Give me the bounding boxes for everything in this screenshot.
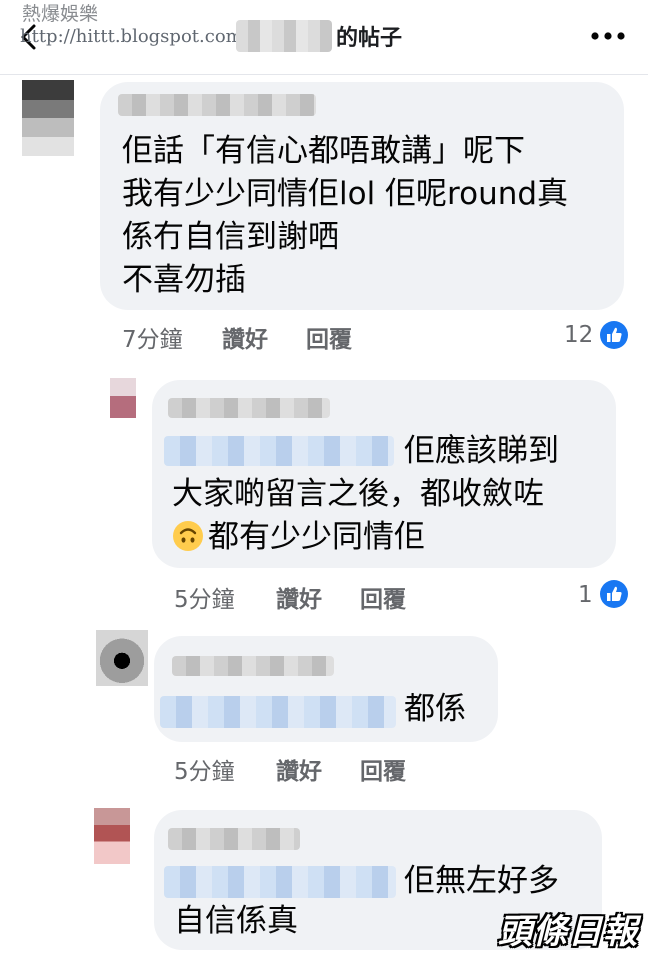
avatar[interactable] [94,808,130,864]
comment-text-line: 都有少少同情佢 [172,516,425,559]
thumbs-up-icon [600,580,628,608]
upside-down-face-icon [173,521,203,551]
comment-text-line: 大家啲留言之後，都收斂咗 [172,476,544,512]
comment-text-line: 佢無左好多 [404,863,559,899]
comment-time: 5分鐘 [174,587,235,613]
reaction-count[interactable]: 12 [564,322,593,348]
blurred-mention[interactable] [164,436,394,466]
avatar[interactable] [110,378,136,418]
blurred-commenter-name[interactable] [118,94,316,116]
blurred-mention[interactable] [160,696,396,728]
comment-text-line: 佢應該睇到 [404,433,559,469]
reply-button[interactable]: 回覆 [360,752,406,786]
avatar[interactable] [96,630,148,686]
like-button[interactable]: 讚好 [276,752,322,786]
comment-text-fragment: 都有少少同情佢 [208,519,425,555]
page-title-suffix: 的帖子 [336,26,403,51]
comment-text-line: 佢話「有信心都唔敢講」呢下 [122,133,525,169]
page-title: 的帖子 [236,20,402,52]
blurred-author-name [236,20,332,52]
like-button[interactable]: 讚好 [276,580,322,614]
comment-text-line: 係冇自信到謝哂 [122,219,339,255]
watermark-site-name: 熱爆娛樂 [22,3,99,25]
thumbs-up-icon [600,321,628,349]
comment-text-line: 都係 [404,691,466,727]
blurred-mention[interactable] [164,866,396,898]
comment-text-line: 我有少少同情佢lol 佢呢round真 [122,176,569,212]
blurred-commenter-name[interactable] [172,656,334,676]
comment-time: 7分鐘 [122,327,183,353]
avatar[interactable] [22,80,74,156]
brand-logo: 頭條日報 [498,912,638,952]
comment-text-line: 自信係真 [174,903,298,939]
comment-time: 5分鐘 [174,759,235,785]
reaction-count[interactable]: 1 [578,582,593,608]
comment-text-line: 不喜勿插 [122,262,246,298]
reply-button[interactable]: 回覆 [360,580,406,614]
like-button[interactable]: 讚好 [222,320,268,354]
blurred-commenter-name[interactable] [168,828,300,850]
reply-button[interactable]: 回覆 [306,320,352,354]
more-options-icon[interactable] [590,32,626,40]
watermark-url: http://hittt.blogspot.com [20,26,243,47]
blurred-commenter-name[interactable] [168,398,330,418]
